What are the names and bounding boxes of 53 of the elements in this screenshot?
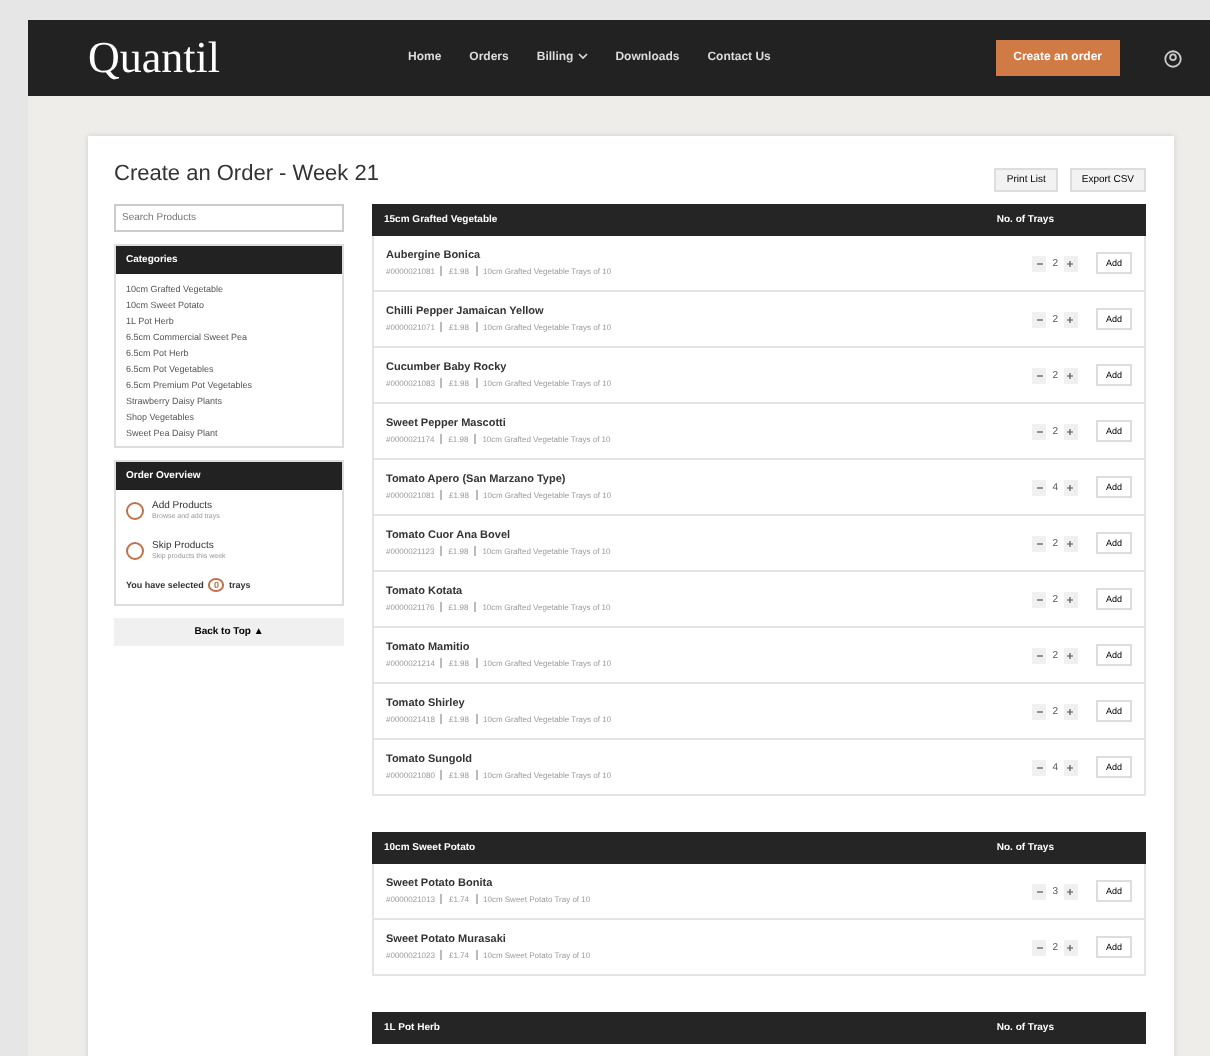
decrease-button[interactable] bbox=[1032, 367, 1047, 383]
decrease-button[interactable] bbox=[1032, 883, 1047, 899]
increase-button[interactable] bbox=[1063, 255, 1078, 271]
minus-icon bbox=[1035, 427, 1044, 435]
minus-icon bbox=[1035, 539, 1044, 547]
increase-button[interactable] bbox=[1063, 703, 1078, 719]
plus-icon bbox=[1066, 483, 1075, 491]
plus-icon bbox=[1066, 539, 1075, 547]
minus-icon bbox=[1035, 763, 1044, 771]
increase-button[interactable] bbox=[1063, 939, 1078, 955]
plus-icon bbox=[1066, 763, 1075, 771]
minus-icon bbox=[1035, 259, 1044, 267]
plus-icon bbox=[1066, 371, 1075, 379]
plus-icon bbox=[1066, 943, 1075, 951]
plus-icon bbox=[1066, 259, 1075, 267]
minus-icon bbox=[1035, 651, 1044, 659]
logo: Quantil bbox=[88, 32, 222, 84]
user-icon[interactable] bbox=[1164, 49, 1182, 67]
decrease-button[interactable] bbox=[1032, 703, 1047, 719]
decrease-button[interactable] bbox=[1032, 647, 1047, 663]
decrease-button[interactable] bbox=[1032, 939, 1047, 955]
circle-icon bbox=[126, 501, 144, 519]
minus-icon bbox=[1035, 371, 1044, 379]
minus-icon bbox=[1035, 483, 1044, 491]
minus-icon bbox=[1035, 887, 1044, 895]
decrease-button[interactable] bbox=[1032, 255, 1047, 271]
minus-icon bbox=[1035, 595, 1044, 603]
increase-button[interactable] bbox=[1063, 479, 1078, 495]
circle-icon bbox=[126, 541, 144, 559]
increase-button[interactable] bbox=[1063, 591, 1078, 607]
plus-icon bbox=[1066, 427, 1075, 435]
minus-icon bbox=[1035, 315, 1044, 323]
decrease-button[interactable] bbox=[1032, 591, 1047, 607]
plus-icon bbox=[1066, 651, 1075, 659]
page-title: Create an Order - Week 21 bbox=[114, 162, 379, 186]
decrease-button[interactable] bbox=[1032, 479, 1047, 495]
increase-button[interactable] bbox=[1063, 367, 1078, 383]
decrease-button[interactable] bbox=[1032, 311, 1047, 327]
decrease-button[interactable] bbox=[1032, 759, 1047, 775]
minus-icon bbox=[1035, 943, 1044, 951]
increase-button[interactable] bbox=[1063, 883, 1078, 899]
plus-icon bbox=[1066, 595, 1075, 603]
decrease-button[interactable] bbox=[1032, 423, 1047, 439]
increase-button[interactable] bbox=[1063, 647, 1078, 663]
increase-button[interactable] bbox=[1063, 311, 1078, 327]
plus-icon bbox=[1066, 887, 1075, 895]
increase-button[interactable] bbox=[1063, 535, 1078, 551]
plus-icon bbox=[1066, 707, 1075, 715]
increase-button[interactable] bbox=[1063, 423, 1078, 439]
plus-icon bbox=[1066, 315, 1075, 323]
increase-button[interactable] bbox=[1063, 759, 1078, 775]
minus-icon bbox=[1035, 707, 1044, 715]
decrease-button[interactable] bbox=[1032, 535, 1047, 551]
